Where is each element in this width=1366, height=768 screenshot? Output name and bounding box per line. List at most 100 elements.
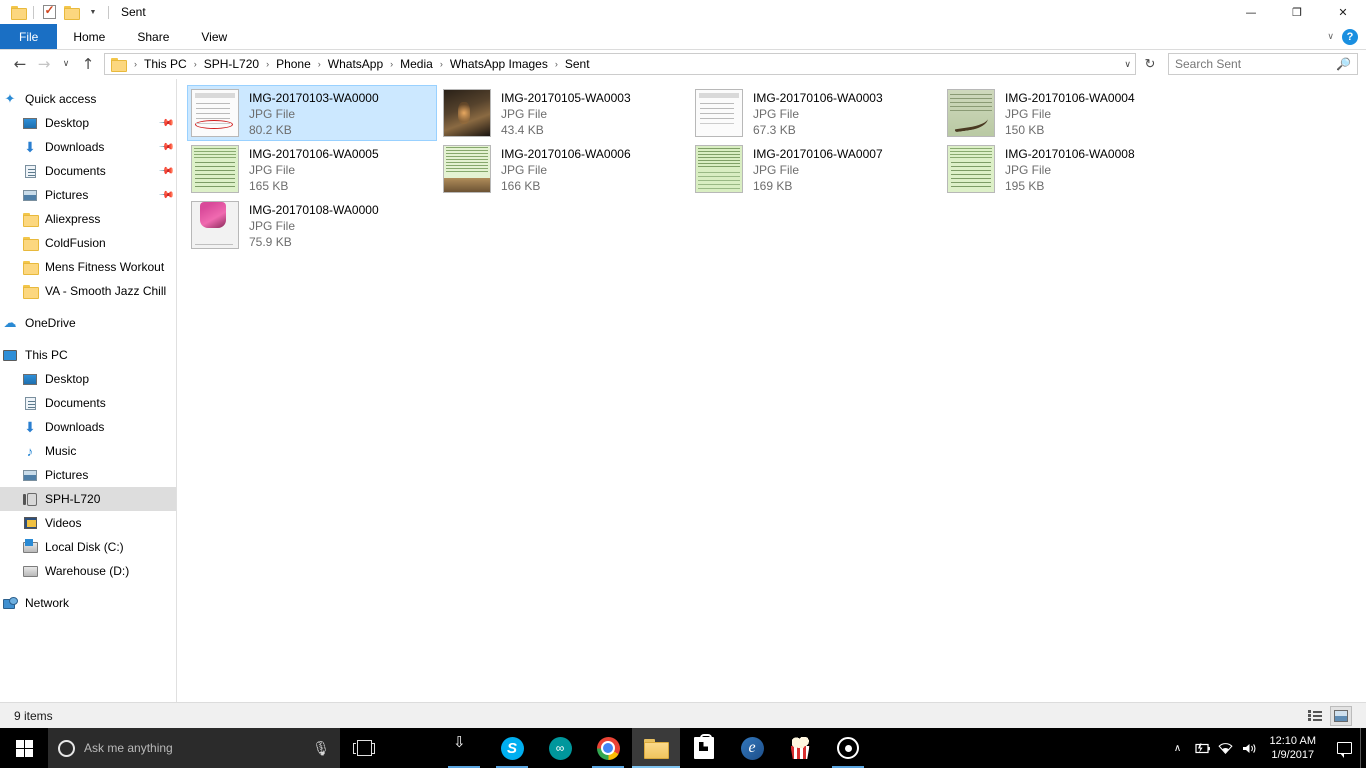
help-button[interactable]: ? (1342, 29, 1358, 45)
sidebar-item-aliexpress[interactable]: Aliexpress (0, 207, 176, 231)
recent-locations-button[interactable]: ∨ (56, 52, 76, 76)
file-type: JPG File (249, 218, 379, 234)
properties-button[interactable] (38, 1, 60, 23)
back-button[interactable]: ← (8, 52, 32, 76)
customize-qat-button[interactable]: ▼ (82, 1, 104, 23)
tab-file[interactable]: File (0, 24, 57, 49)
sidebar-item-this-pc[interactable]: This PC (0, 343, 176, 367)
breadcrumb-separator[interactable]: › (386, 59, 397, 69)
pin-icon[interactable]: 📌 (157, 163, 174, 180)
sidebar-group-quick-access[interactable]: ✦ Quick access (0, 87, 176, 111)
sidebar-item-documents[interactable]: Documents 📌 (0, 159, 176, 183)
large-icons-view-button[interactable] (1330, 706, 1352, 726)
forward-button[interactable]: → (32, 52, 56, 76)
sidebar-item-pc-music[interactable]: ♪ Music (0, 439, 176, 463)
tab-home[interactable]: Home (57, 24, 121, 49)
list-item[interactable]: IMG-20170103-WA0000 JPG File 80.2 KB (187, 85, 437, 141)
arduino-icon: ∞ (549, 737, 572, 760)
cortana-search-box[interactable]: Ask me anything 🎙 (48, 728, 340, 768)
show-desktop-button[interactable] (1360, 728, 1366, 768)
cortana-input[interactable]: Ask me anything (84, 741, 303, 755)
sidebar-item-pc-desktop[interactable]: Desktop (0, 367, 176, 391)
restore-button[interactable]: ❐ (1274, 0, 1320, 24)
list-item[interactable]: IMG-20170105-WA0003 JPG File 43.4 KB (439, 85, 689, 141)
list-item[interactable]: IMG-20170106-WA0007 JPG File 169 KB (691, 141, 941, 197)
new-folder-button[interactable] (60, 1, 82, 23)
microphone-icon[interactable]: 🎙 (312, 740, 330, 757)
taskbar-app-download-manager[interactable] (440, 728, 488, 768)
sidebar-item-pc-videos[interactable]: Videos (0, 511, 176, 535)
breadcrumb-separator[interactable]: › (436, 59, 447, 69)
taskbar-app-media[interactable] (824, 728, 872, 768)
sidebar-item-pictures[interactable]: Pictures 📌 (0, 183, 176, 207)
sidebar-item-pc-documents[interactable]: Documents (0, 391, 176, 415)
taskbar-app-popcorn-time[interactable] (776, 728, 824, 768)
breadcrumb[interactable]: › This PC › SPH-L720 › Phone › WhatsApp … (104, 53, 1136, 75)
taskbar-app-microsoft-edge[interactable]: e (728, 728, 776, 768)
list-item[interactable]: IMG-20170106-WA0004 JPG File 150 KB (943, 85, 1193, 141)
sidebar-item-network[interactable]: Network (0, 591, 176, 615)
sidebar-item-mens-fitness[interactable]: Mens Fitness Workout (0, 255, 176, 279)
network-icon (0, 597, 20, 609)
breadcrumb-item-sent[interactable]: Sent (562, 55, 593, 73)
list-item[interactable]: IMG-20170106-WA0006 JPG File 166 KB (439, 141, 689, 197)
sidebar-item-smooth-jazz[interactable]: VA - Smooth Jazz Chill (0, 279, 176, 303)
minimize-button[interactable]: — (1228, 0, 1274, 24)
taskbar-app-chrome[interactable] (584, 728, 632, 768)
wifi-icon[interactable] (1214, 728, 1238, 768)
start-button[interactable] (0, 728, 48, 768)
search-input[interactable]: Search Sent (1175, 57, 1336, 71)
file-type: JPG File (753, 106, 883, 122)
search-box[interactable]: Search Sent 🔍 (1168, 53, 1358, 75)
pin-icon[interactable]: 📌 (157, 115, 174, 132)
taskbar-app-microsoft-store[interactable] (680, 728, 728, 768)
task-view-button[interactable] (340, 728, 388, 768)
sidebar-item-local-disk-c[interactable]: Local Disk (C:) (0, 535, 176, 559)
tab-view[interactable]: View (185, 24, 243, 49)
list-item[interactable]: IMG-20170106-WA0008 JPG File 195 KB (943, 141, 1193, 197)
file-list-pane[interactable]: IMG-20170103-WA0000 JPG File 80.2 KB IMG… (177, 79, 1366, 702)
pin-icon[interactable]: 📌 (157, 139, 174, 156)
taskbar-app-file-explorer[interactable] (632, 728, 680, 768)
breadcrumb-item-this-pc[interactable]: This PC (141, 55, 190, 73)
tab-share[interactable]: Share (121, 24, 185, 49)
breadcrumb-separator[interactable]: › (551, 59, 562, 69)
list-item[interactable]: IMG-20170106-WA0005 JPG File 165 KB (187, 141, 437, 197)
expand-ribbon-button[interactable]: ∨ (1327, 31, 1334, 42)
pin-icon[interactable]: 📌 (157, 187, 174, 204)
refresh-button[interactable]: ↻ (1138, 53, 1162, 75)
volume-icon[interactable] (1238, 728, 1262, 768)
breadcrumb-separator[interactable]: › (262, 59, 273, 69)
breadcrumb-separator[interactable]: › (314, 59, 325, 69)
taskbar-app-skype[interactable]: S (488, 728, 536, 768)
battery-charging-icon[interactable] (1190, 728, 1214, 768)
breadcrumb-item-whatsapp-images[interactable]: WhatsApp Images (447, 55, 551, 73)
sidebar-item-warehouse-d[interactable]: Warehouse (D:) (0, 559, 176, 583)
sidebar-item-desktop[interactable]: Desktop 📌 (0, 111, 176, 135)
sidebar-item-onedrive[interactable]: ☁ OneDrive (0, 311, 176, 335)
breadcrumb-item-sph-l720[interactable]: SPH-L720 (201, 55, 262, 73)
show-hidden-icons-button[interactable]: ∧ (1166, 728, 1190, 768)
notification-center-button[interactable] (1328, 728, 1360, 768)
taskbar-app-arduino[interactable]: ∞ (536, 728, 584, 768)
list-item[interactable]: IMG-20170106-WA0003 JPG File 67.3 KB (691, 85, 941, 141)
sidebar-item-coldfusion[interactable]: ColdFusion (0, 231, 176, 255)
list-item[interactable]: IMG-20170108-WA0000 JPG File 75.9 KB (187, 197, 437, 253)
clock[interactable]: 12:10 AM 1/9/2017 (1262, 728, 1328, 768)
chevron-down-icon[interactable]: ∨ (1124, 59, 1131, 70)
sidebar-item-sph-l720[interactable]: SPH-L720 (0, 487, 176, 511)
breadcrumb-item-media[interactable]: Media (397, 55, 436, 73)
breadcrumb-item-phone[interactable]: Phone (273, 55, 314, 73)
up-button[interactable]: ↑ (76, 52, 100, 76)
breadcrumb-item-whatsapp[interactable]: WhatsApp (325, 55, 386, 73)
taskbar-app-file-transfer[interactable] (392, 728, 440, 768)
breadcrumb-separator[interactable]: › (190, 59, 201, 69)
navigation-pane[interactable]: ✦ Quick access Desktop 📌 ⬇ Downloads 📌 D… (0, 79, 177, 702)
sidebar-item-pc-pictures[interactable]: Pictures (0, 463, 176, 487)
details-view-button[interactable] (1304, 706, 1326, 726)
file-type: JPG File (753, 162, 883, 178)
sidebar-item-pc-downloads[interactable]: ⬇ Downloads (0, 415, 176, 439)
close-button[interactable]: ✕ (1320, 0, 1366, 24)
sidebar-item-downloads[interactable]: ⬇ Downloads 📌 (0, 135, 176, 159)
file-size: 169 KB (753, 178, 883, 194)
